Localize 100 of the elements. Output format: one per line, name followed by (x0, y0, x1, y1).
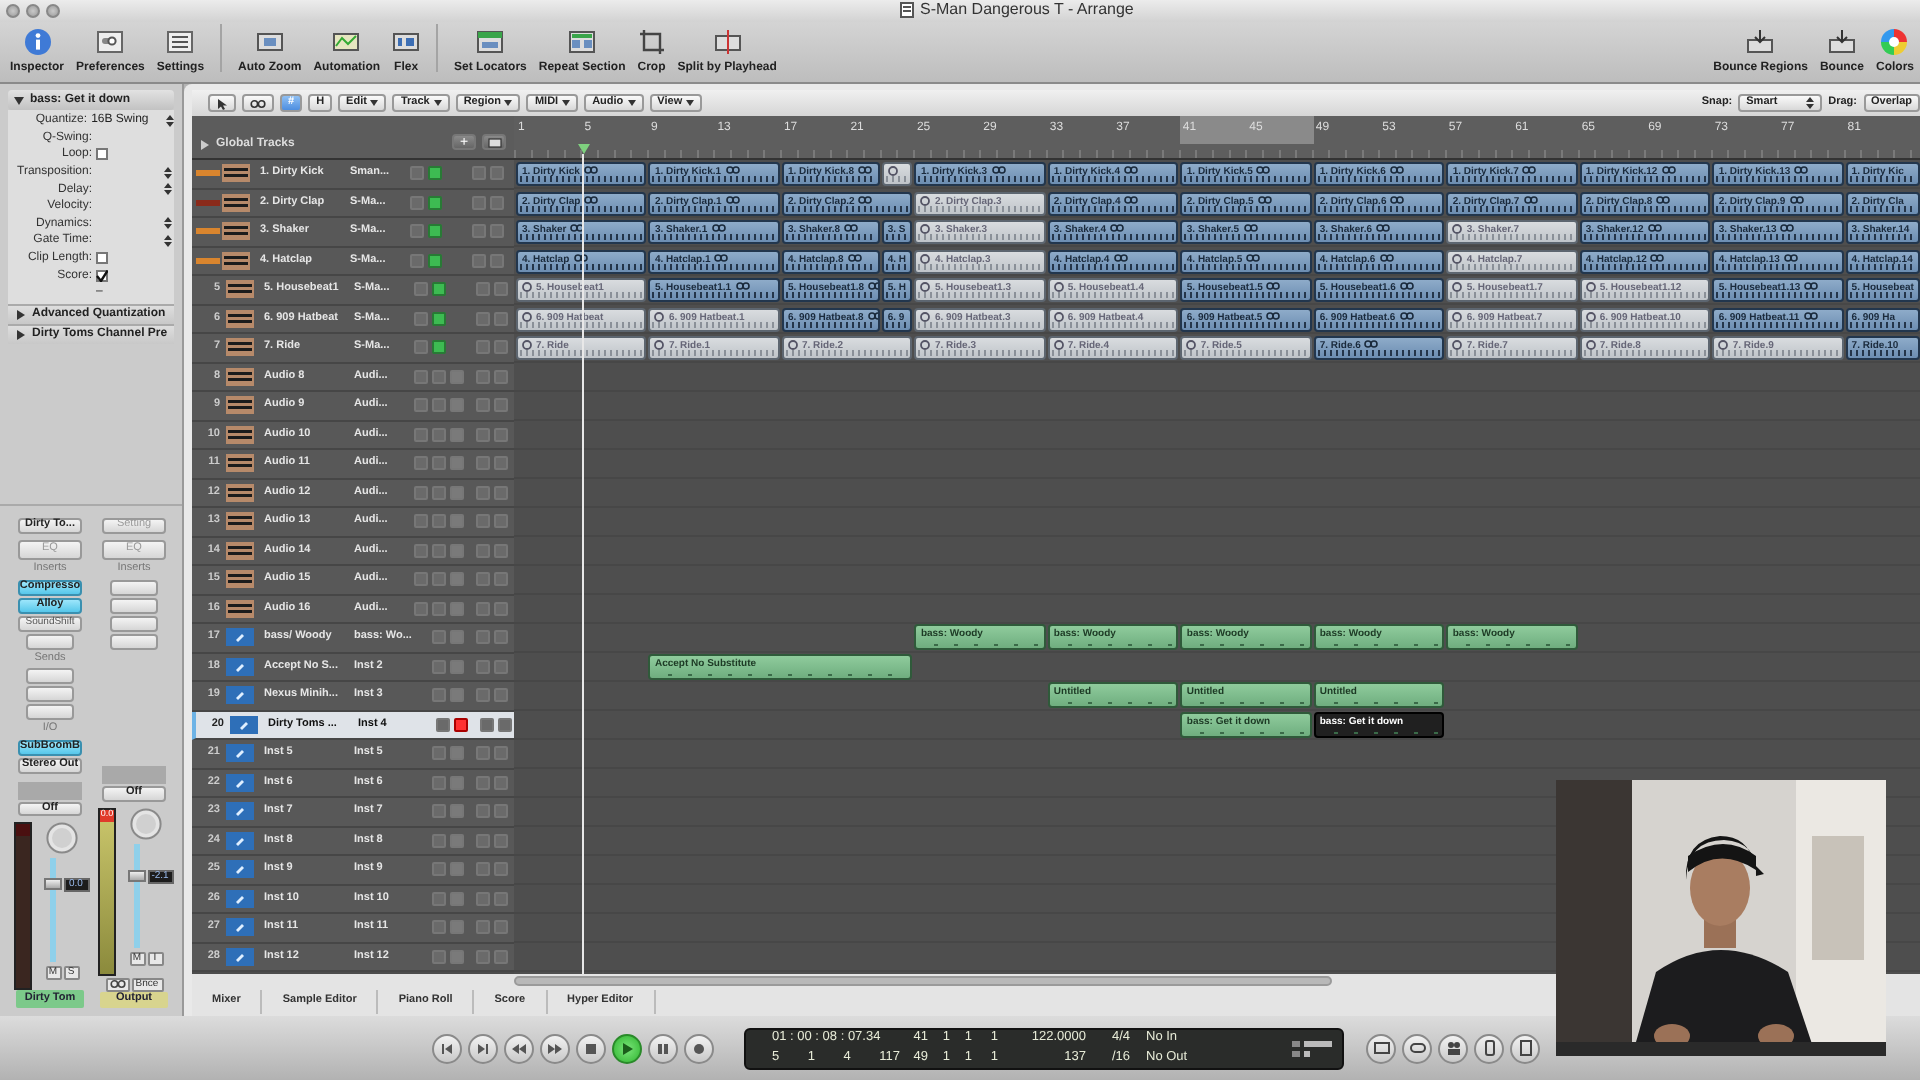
stepper-icon (166, 113, 174, 128)
instrument-track-icon (226, 628, 254, 647)
pointer-icon (216, 97, 228, 109)
pan-knob[interactable] (130, 807, 162, 840)
checkbox[interactable] (96, 252, 108, 265)
transport-tool-button[interactable] (1402, 1033, 1432, 1063)
link-icon (844, 224, 859, 232)
instrument-track-icon (226, 802, 254, 821)
fader-thumb[interactable] (127, 870, 145, 883)
loop-icon (654, 340, 665, 350)
flex-icon (392, 28, 421, 56)
link-icon (725, 166, 740, 174)
transport-button[interactable] (468, 1033, 498, 1063)
caret-icon (686, 100, 695, 106)
instrument-track-icon (230, 715, 258, 734)
locators-icon (476, 28, 505, 56)
checkbox[interactable] (96, 148, 108, 161)
pan-knob[interactable] (46, 822, 78, 855)
loop-icon (887, 166, 898, 176)
loop-icon (1053, 311, 1064, 321)
monitor-button[interactable] (428, 224, 442, 239)
link-icon (1243, 224, 1258, 232)
minimize-button[interactable] (26, 4, 40, 18)
checkbox[interactable] (96, 269, 108, 282)
monitor-button[interactable] (428, 166, 442, 181)
loop-icon (1718, 340, 1729, 350)
insert-slot[interactable] (26, 633, 74, 649)
audio-track-icon (226, 309, 254, 328)
audio-track-icon (226, 512, 254, 531)
pause-icon (656, 1041, 670, 1055)
fader-thumb[interactable] (43, 877, 61, 890)
link-button[interactable] (242, 94, 274, 112)
link-icon (1376, 224, 1391, 232)
link-icon (1123, 166, 1138, 174)
link-icon (1661, 166, 1676, 174)
monitor-button[interactable] (432, 340, 446, 355)
transport-button[interactable] (648, 1033, 678, 1063)
color-wheel-icon (1880, 28, 1909, 56)
transport-tool-button[interactable] (1438, 1033, 1468, 1063)
link-icon (868, 282, 878, 290)
insert-slot[interactable] (110, 580, 158, 596)
audio-track-icon (226, 570, 254, 589)
insert-slot[interactable] (110, 616, 158, 632)
pointer-tool-button[interactable] (208, 94, 236, 112)
close-button[interactable] (6, 4, 20, 18)
monitor-button[interactable] (432, 282, 446, 297)
link-icon (711, 224, 726, 232)
transport-tool-button[interactable] (1474, 1033, 1504, 1063)
stepper-icon (1806, 96, 1815, 110)
send-slot[interactable] (26, 668, 74, 685)
stepper-icon[interactable] (164, 216, 172, 231)
insert-slot[interactable] (110, 598, 158, 614)
zoom-button[interactable] (46, 4, 60, 18)
monitor-button[interactable] (428, 253, 442, 268)
list-icon (166, 28, 195, 56)
link-icon (867, 311, 878, 319)
link-icon (1389, 166, 1404, 174)
transport-tool-button[interactable] (1366, 1033, 1396, 1063)
cycle-range[interactable] (1180, 116, 1314, 144)
alias-region[interactable] (881, 162, 913, 186)
link-icon (1804, 282, 1819, 290)
link-button[interactable] (105, 977, 129, 992)
monitor-button[interactable] (428, 195, 442, 210)
transport-button[interactable] (504, 1033, 534, 1063)
audio-track-icon (226, 541, 254, 560)
link-icon (573, 253, 588, 261)
transport-button[interactable] (432, 1033, 462, 1063)
send-slot[interactable] (26, 686, 74, 703)
forward-icon (476, 1041, 490, 1055)
switch-icon (96, 28, 125, 56)
zoom-icon (255, 28, 284, 56)
stop-icon (584, 1041, 598, 1055)
group-slot[interactable] (102, 766, 166, 784)
info-icon (23, 28, 51, 56)
caret-icon (504, 100, 513, 106)
track-options-button[interactable] (482, 134, 506, 150)
link-icon (570, 224, 585, 232)
send-slot[interactable] (26, 704, 74, 721)
horizontal-scrollbar[interactable] (514, 976, 1332, 986)
transport-button[interactable] (576, 1033, 606, 1063)
link-icon (1647, 224, 1662, 232)
record-button[interactable] (454, 717, 468, 732)
transport-button[interactable] (612, 1033, 642, 1063)
stepper-icon[interactable] (164, 165, 172, 180)
stepper-icon[interactable] (164, 233, 172, 248)
transport-button[interactable] (540, 1033, 570, 1063)
loop-icon (522, 282, 532, 292)
stepper-icon[interactable] (164, 182, 172, 197)
transport-button[interactable] (684, 1033, 714, 1063)
loop-icon (1585, 311, 1596, 321)
group-slot[interactable] (18, 782, 82, 800)
monitor-button[interactable] (432, 311, 446, 326)
transport-tool-button[interactable] (1510, 1033, 1540, 1063)
audio-track-icon (222, 251, 250, 270)
instrument-track-icon (226, 947, 254, 966)
link-icon (1257, 195, 1272, 203)
monitor-button[interactable] (436, 717, 450, 732)
loop-icon (920, 340, 931, 350)
insert-slot[interactable] (110, 634, 158, 650)
loop-icon (522, 340, 532, 350)
